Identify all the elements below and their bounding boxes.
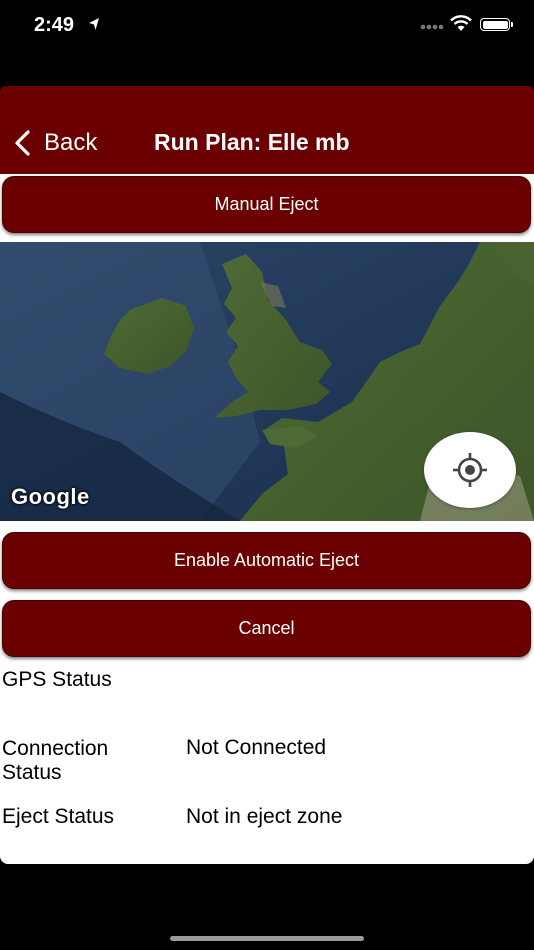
connection-status-label: Connection Status (2, 737, 108, 785)
google-logo: Google (11, 484, 90, 509)
enable-automatic-eject-label: Enable Automatic Eject (173, 550, 360, 570)
eject-status-value: Not in eject zone (186, 805, 343, 828)
back-label: Back (44, 129, 98, 156)
status-bar: 2:49 (0, 0, 534, 52)
status-time: 2:49 (34, 14, 75, 36)
manual-eject-label: Manual Eject (214, 194, 319, 214)
back-button[interactable]: Back (12, 126, 97, 160)
crosshair-icon (453, 453, 487, 487)
connection-status-label-line1: Connection (2, 737, 109, 760)
battery-cap (511, 22, 513, 27)
gps-status-label: GPS Status (2, 668, 112, 691)
manual-eject-button[interactable]: Manual Eject (2, 176, 531, 233)
location-arrow-icon (89, 18, 99, 30)
cancel-label: Cancel (238, 618, 295, 638)
signal-icon (420, 24, 444, 30)
cancel-button[interactable]: Cancel (2, 600, 531, 657)
enable-automatic-eject-button[interactable]: Enable Automatic Eject (2, 532, 531, 589)
eject-status-label: Eject Status (2, 805, 115, 828)
wifi-icon (450, 15, 472, 31)
home-indicator (170, 936, 364, 941)
chevron-left-icon (15, 130, 30, 156)
my-location-button[interactable] (424, 432, 516, 508)
connection-status-label-line2: Status (2, 761, 62, 784)
connection-status-value: Not Connected (186, 736, 327, 759)
battery-icon (480, 18, 510, 31)
page-title: Run Plan: Elle mb (154, 129, 350, 155)
